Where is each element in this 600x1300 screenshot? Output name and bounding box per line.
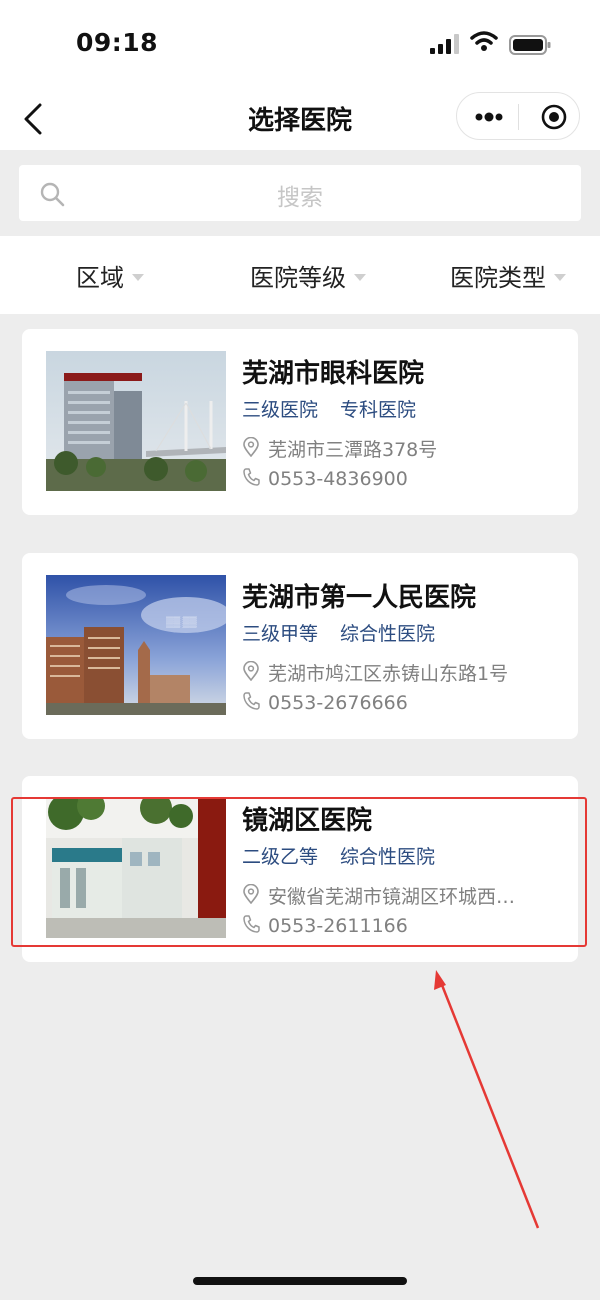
hospital-level: 三级医院: [242, 399, 319, 421]
location-pin-icon: [243, 660, 259, 681]
hospital-phone: 0553-4836900: [268, 467, 408, 490]
home-indicator: [193, 1277, 407, 1285]
hospital-photo: ▒▒ ▒▒: [46, 575, 226, 715]
hospital-card[interactable]: ▒▒ ▒▒ 芜湖市第一人民医院 三级甲等 综合性医院 芜湖市鸠江区赤铸山东路1号 …: [22, 553, 578, 739]
close-miniprogram-icon[interactable]: [541, 104, 567, 130]
hospital-card[interactable]: 芜湖市眼科医院 三级医院 专科医院 芜湖市三潭路378号 0553-4836900: [22, 329, 578, 515]
hospital-type: 综合性医院: [340, 623, 436, 645]
highlight-box: [11, 797, 587, 947]
hospital-type: 专科医院: [340, 399, 417, 421]
capsule-divider: [518, 104, 519, 130]
location-pin-icon: [243, 436, 259, 457]
filter-type[interactable]: 医院类型: [450, 258, 566, 293]
hospital-address-row: 芜湖市鸠江区赤铸山东路1号: [242, 659, 508, 686]
signal-icon: [430, 34, 459, 54]
hospital-phone: 0553-2676666: [268, 691, 408, 714]
hospital-photo: [46, 351, 226, 491]
phone-icon: [243, 467, 260, 486]
hospital-name: 芜湖市眼科医院: [242, 359, 425, 389]
phone-icon: [243, 691, 260, 710]
hospital-address: 芜湖市鸠江区赤铸山东路1号: [268, 663, 509, 685]
caret-down-icon: [132, 273, 144, 281]
hospital-tags: 三级甲等 综合性医院: [242, 619, 435, 646]
status-bar: 09:18: [0, 0, 600, 88]
hospital-level: 三级甲等: [242, 623, 319, 645]
search-area: 搜索: [0, 150, 600, 236]
filter-bar: 区域 医院等级 医院类型: [0, 236, 600, 314]
hospital-phone-row: 0553-2676666: [242, 691, 408, 714]
more-icon[interactable]: [471, 104, 507, 130]
filter-region-label: 区域: [76, 264, 124, 292]
hospital-tags: 三级医院 专科医院: [242, 395, 416, 422]
search-input[interactable]: 搜索: [19, 165, 581, 221]
caret-down-icon: [354, 273, 366, 281]
filter-region[interactable]: 区域: [76, 258, 144, 293]
filter-level[interactable]: 医院等级: [250, 258, 366, 293]
mini-program-capsule: [456, 92, 580, 140]
status-time: 09:18: [76, 28, 159, 57]
hospital-address: 芜湖市三潭路378号: [268, 439, 438, 461]
nav-bar: 选择医院: [0, 88, 600, 150]
filter-type-label: 医院类型: [450, 264, 546, 292]
hospital-address-row: 芜湖市三潭路378号: [242, 435, 437, 462]
wifi-icon: [470, 31, 498, 51]
svg-text:▒▒ ▒▒: ▒▒ ▒▒: [166, 616, 198, 628]
filter-level-label: 医院等级: [250, 264, 346, 292]
battery-icon: [509, 35, 551, 55]
caret-down-icon: [554, 273, 566, 281]
hospital-name: 芜湖市第一人民医院: [242, 583, 477, 613]
hospital-phone-row: 0553-4836900: [242, 467, 408, 490]
search-placeholder: 搜索: [277, 185, 323, 211]
